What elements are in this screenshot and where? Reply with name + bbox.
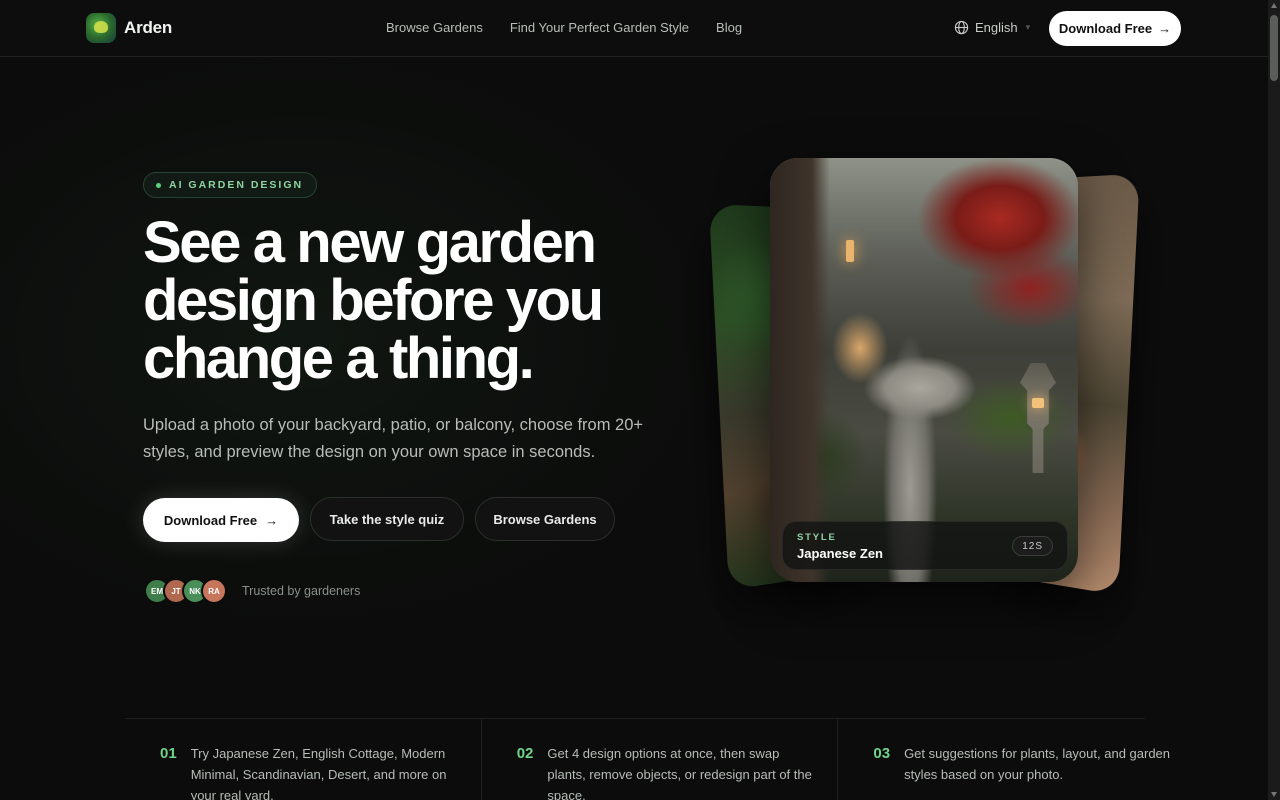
hero-badge: AI GARDEN DESIGN xyxy=(143,172,318,198)
arrow-right-icon: → xyxy=(1158,21,1172,36)
language-selector[interactable]: English ▾ xyxy=(954,20,1030,35)
avatar: RA xyxy=(201,578,227,604)
feature-item: 02 Get 4 design options at once, then sw… xyxy=(482,719,839,800)
style-name: Japanese Zen xyxy=(797,546,883,561)
feature-item: 01 Try Japanese Zen, English Cottage, Mo… xyxy=(125,719,482,800)
lamp-icon xyxy=(846,240,854,262)
hero-headline: See a new garden design before you chang… xyxy=(143,210,604,391)
scrollbar-thumb[interactable] xyxy=(1270,15,1278,81)
feature-number: 01 xyxy=(160,745,177,762)
scroll-up-icon[interactable] xyxy=(1271,3,1277,8)
arrow-right-icon: → xyxy=(265,512,279,528)
badge-label: AI GARDEN DESIGN xyxy=(169,179,304,191)
trust-row: EM JT NK RA Trusted by gardeners xyxy=(144,578,360,604)
download-free-label: Download Free xyxy=(163,512,258,528)
feature-number: 03 xyxy=(873,745,891,762)
language-label: English xyxy=(975,20,1018,35)
nav-link-browse-gardens[interactable]: Browse Gardens xyxy=(386,20,483,35)
hero-subtext: Upload a photo of your backyard, patio, … xyxy=(143,416,644,461)
nav-link-style-quiz[interactable]: Find Your Perfect Garden Style xyxy=(510,20,689,35)
nav-links: Browse Gardens Find Your Perfect Garden … xyxy=(386,20,742,35)
chevron-down-icon: ▾ xyxy=(1025,22,1031,32)
globe-icon xyxy=(954,20,969,35)
badge-dot-icon xyxy=(156,182,161,188)
garden-preview-stack: STYLE Japanese Zen 12S xyxy=(700,150,1150,600)
garden-preview-image-main xyxy=(770,158,1078,582)
style-label: STYLE xyxy=(797,532,837,543)
browse-gardens-button[interactable]: Browse Gardens xyxy=(475,497,615,541)
brand-name: Arden xyxy=(124,18,173,37)
style-info-overlay: STYLE Japanese Zen 12S xyxy=(782,521,1068,570)
feature-text: Try Japanese Zen, English Cottage, Moder… xyxy=(190,746,447,800)
feature-text: Get 4 design options at once, then swap … xyxy=(547,746,812,800)
stone-lantern-icon xyxy=(1020,363,1056,473)
feature-text: Get suggestions for plants, layout, and … xyxy=(904,746,1171,782)
feature-item: 03 Get suggestions for plants, layout, a… xyxy=(838,719,1194,800)
nav-link-blog[interactable]: Blog xyxy=(716,20,742,35)
top-nav: Arden Browse Gardens Find Your Perfect G… xyxy=(0,0,1268,57)
style-duration-badge: 12S xyxy=(1012,536,1053,556)
brand-logo[interactable]: Arden xyxy=(86,13,172,43)
feature-strip: 01 Try Japanese Zen, English Cottage, Mo… xyxy=(125,718,1170,800)
trust-text: Trusted by gardeners xyxy=(242,584,361,598)
nav-download-label: Download Free xyxy=(1058,21,1153,36)
feature-number: 02 xyxy=(516,745,534,762)
download-free-button[interactable]: Download Free → xyxy=(143,498,299,542)
lantern-light xyxy=(1032,398,1044,408)
scroll-down-icon[interactable] xyxy=(1271,792,1277,797)
page-scrollbar[interactable] xyxy=(1268,0,1280,800)
style-quiz-button[interactable]: Take the style quiz xyxy=(310,497,464,541)
nav-download-button[interactable]: Download Free → xyxy=(1049,11,1181,46)
logo-icon xyxy=(86,13,116,43)
